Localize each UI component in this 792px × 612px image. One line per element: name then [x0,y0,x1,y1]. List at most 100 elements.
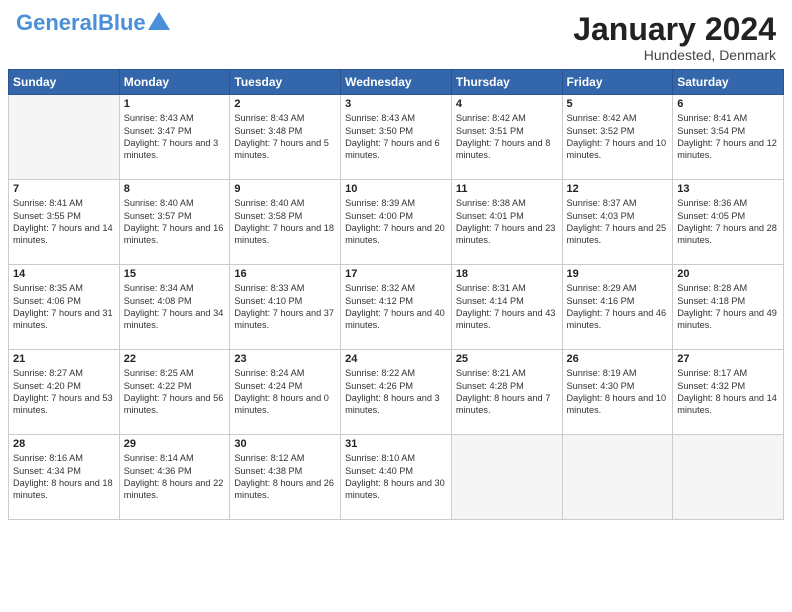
cell-info: Sunrise: 8:34 AMSunset: 4:08 PMDaylight:… [124,282,226,332]
weekday-header-saturday: Saturday [673,70,784,95]
day-number: 18 [456,268,558,280]
calendar-cell: 16 Sunrise: 8:33 AMSunset: 4:10 PMDayligh… [230,265,341,350]
day-number: 28 [13,438,115,450]
cell-info: Sunrise: 8:33 AMSunset: 4:10 PMDaylight:… [234,282,336,332]
calendar-table: SundayMondayTuesdayWednesdayThursdayFrid… [8,69,784,520]
cell-info: Sunrise: 8:38 AMSunset: 4:01 PMDaylight:… [456,197,558,247]
day-number: 9 [234,183,336,195]
day-number: 15 [124,268,226,280]
calendar-cell: 14 Sunrise: 8:35 AMSunset: 4:06 PMDayligh… [9,265,120,350]
cell-info: Sunrise: 8:16 AMSunset: 4:34 PMDaylight:… [13,452,115,502]
cell-info: Sunrise: 8:43 AMSunset: 3:47 PMDaylight:… [124,112,226,162]
calendar-cell: 31 Sunrise: 8:10 AMSunset: 4:40 PMDayligh… [341,435,452,520]
week-row-3: 14 Sunrise: 8:35 AMSunset: 4:06 PMDayligh… [9,265,784,350]
cell-info: Sunrise: 8:21 AMSunset: 4:28 PMDaylight:… [456,367,558,417]
calendar-cell: 9 Sunrise: 8:40 AMSunset: 3:58 PMDaylight… [230,180,341,265]
cell-info: Sunrise: 8:25 AMSunset: 4:22 PMDaylight:… [124,367,226,417]
day-number: 22 [124,353,226,365]
calendar-cell: 17 Sunrise: 8:32 AMSunset: 4:12 PMDayligh… [341,265,452,350]
day-number: 10 [345,183,447,195]
calendar-cell: 6 Sunrise: 8:41 AMSunset: 3:54 PMDaylight… [673,95,784,180]
cell-info: Sunrise: 8:40 AMSunset: 3:57 PMDaylight:… [124,197,226,247]
calendar-cell: 15 Sunrise: 8:34 AMSunset: 4:08 PMDayligh… [119,265,230,350]
day-number: 25 [456,353,558,365]
weekday-header-thursday: Thursday [451,70,562,95]
cell-info: Sunrise: 8:37 AMSunset: 4:03 PMDaylight:… [567,197,669,247]
day-number: 3 [345,98,447,110]
week-row-4: 21Sunrise: 8:27 AMSunset: 4:20 PMDayligh… [9,350,784,435]
cell-info: Sunrise: 8:19 AMSunset: 4:30 PMDaylight:… [567,367,669,417]
weekday-header-wednesday: Wednesday [341,70,452,95]
weekday-header-sunday: Sunday [9,70,120,95]
cell-info: Sunrise: 8:31 AMSunset: 4:14 PMDaylight:… [456,282,558,332]
day-number: 29 [124,438,226,450]
day-number: 24 [345,353,447,365]
weekday-header-tuesday: Tuesday [230,70,341,95]
cell-info: Sunrise: 8:41 AMSunset: 3:54 PMDaylight:… [677,112,779,162]
day-number: 16 [234,268,336,280]
cell-info: Sunrise: 8:39 AMSunset: 4:00 PMDaylight:… [345,197,447,247]
month-title: January 2024 [573,12,776,47]
calendar-cell: 30Sunrise: 8:12 AMSunset: 4:38 PMDayligh… [230,435,341,520]
cell-info: Sunrise: 8:42 AMSunset: 3:52 PMDaylight:… [567,112,669,162]
day-number: 20 [677,268,779,280]
calendar-cell: 29 Sunrise: 8:14 AMSunset: 4:36 PMDayligh… [119,435,230,520]
cell-info: Sunrise: 8:22 AMSunset: 4:26 PMDaylight:… [345,367,447,417]
day-number: 5 [567,98,669,110]
day-number: 12 [567,183,669,195]
calendar-cell: 4Sunrise: 8:42 AMSunset: 3:51 PMDaylight… [451,95,562,180]
location: Hundested, Denmark [573,47,776,63]
calendar-cell: 1 Sunrise: 8:43 AMSunset: 3:47 PMDaylight… [119,95,230,180]
cell-info: Sunrise: 8:29 AMSunset: 4:16 PMDaylight:… [567,282,669,332]
calendar-cell: 13 Sunrise: 8:36 AMSunset: 4:05 PMDayligh… [673,180,784,265]
day-number: 4 [456,98,558,110]
calendar-cell: 5 Sunrise: 8:42 AMSunset: 3:52 PMDaylight… [562,95,673,180]
cell-info: Sunrise: 8:43 AMSunset: 3:48 PMDaylight:… [234,112,336,162]
calendar-wrapper: SundayMondayTuesdayWednesdayThursdayFrid… [0,69,792,612]
cell-info: Sunrise: 8:36 AMSunset: 4:05 PMDaylight:… [677,197,779,247]
cell-info: Sunrise: 8:40 AMSunset: 3:58 PMDaylight:… [234,197,336,247]
day-number: 26 [567,353,669,365]
page: GeneralBlue January 2024 Hundested, Denm… [0,0,792,612]
day-number: 11 [456,183,558,195]
calendar-cell [9,95,120,180]
day-number: 6 [677,98,779,110]
day-number: 8 [124,183,226,195]
calendar-cell: 20 Sunrise: 8:28 AMSunset: 4:18 PMDayligh… [673,265,784,350]
day-number: 13 [677,183,779,195]
day-number: 27 [677,353,779,365]
calendar-cell: 18 Sunrise: 8:31 AMSunset: 4:14 PMDayligh… [451,265,562,350]
cell-info: Sunrise: 8:32 AMSunset: 4:12 PMDaylight:… [345,282,447,332]
cell-info: Sunrise: 8:24 AMSunset: 4:24 PMDaylight:… [234,367,336,417]
day-number: 31 [345,438,447,450]
calendar-cell: 25 Sunrise: 8:21 AMSunset: 4:28 PMDayligh… [451,350,562,435]
calendar-cell: 7Sunrise: 8:41 AMSunset: 3:55 PMDaylight… [9,180,120,265]
day-number: 1 [124,98,226,110]
calendar-cell: 28 Sunrise: 8:16 AMSunset: 4:34 PMDayligh… [9,435,120,520]
day-number: 14 [13,268,115,280]
calendar-cell: 12 Sunrise: 8:37 AMSunset: 4:03 PMDayligh… [562,180,673,265]
calendar-cell: 23 Sunrise: 8:24 AMSunset: 4:24 PMDayligh… [230,350,341,435]
week-row-5: 28 Sunrise: 8:16 AMSunset: 4:34 PMDayligh… [9,435,784,520]
logo-text: GeneralBlue [16,12,146,34]
calendar-cell: 10 Sunrise: 8:39 AMSunset: 4:00 PMDayligh… [341,180,452,265]
logo-icon [148,12,170,30]
cell-info: Sunrise: 8:43 AMSunset: 3:50 PMDaylight:… [345,112,447,162]
calendar-cell [673,435,784,520]
day-number: 17 [345,268,447,280]
week-row-2: 7Sunrise: 8:41 AMSunset: 3:55 PMDaylight… [9,180,784,265]
cell-info: Sunrise: 8:10 AMSunset: 4:40 PMDaylight:… [345,452,447,502]
weekday-header-monday: Monday [119,70,230,95]
calendar-cell: 8 Sunrise: 8:40 AMSunset: 3:57 PMDaylight… [119,180,230,265]
day-number: 2 [234,98,336,110]
day-number: 19 [567,268,669,280]
calendar-cell [562,435,673,520]
calendar-cell: 26 Sunrise: 8:19 AMSunset: 4:30 PMDayligh… [562,350,673,435]
cell-info: Sunrise: 8:35 AMSunset: 4:06 PMDaylight:… [13,282,115,332]
calendar-cell: 2 Sunrise: 8:43 AMSunset: 3:48 PMDaylight… [230,95,341,180]
cell-info: Sunrise: 8:12 AMSunset: 4:38 PMDaylight:… [234,452,336,502]
day-number: 23 [234,353,336,365]
cell-info: Sunrise: 8:14 AMSunset: 4:36 PMDaylight:… [124,452,226,502]
cell-info: Sunrise: 8:28 AMSunset: 4:18 PMDaylight:… [677,282,779,332]
calendar-cell: 19 Sunrise: 8:29 AMSunset: 4:16 PMDayligh… [562,265,673,350]
